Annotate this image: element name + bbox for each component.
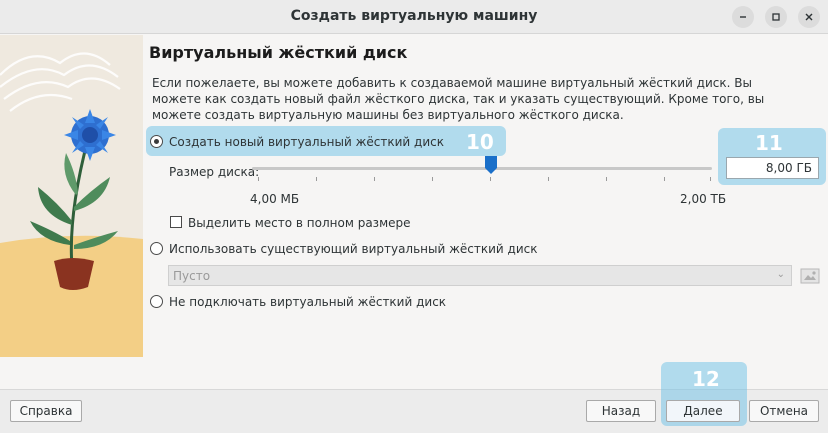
window-title: Создать виртуальную машину (290, 8, 538, 24)
back-button[interactable]: Назад (586, 400, 656, 422)
disk-size-label: Размер диска: (169, 165, 260, 179)
slider-tick (374, 177, 375, 181)
create-new-disk-label[interactable]: Создать новый виртуальный жёсткий диск (169, 135, 444, 149)
slider-tick (490, 177, 491, 181)
page-description: Если пожелаете, вы можете добавить к соз… (152, 76, 765, 122)
help-button[interactable]: Справка (10, 400, 82, 422)
minimize-icon[interactable] (732, 6, 754, 28)
radio-no-disk[interactable] (150, 295, 163, 308)
next-button[interactable]: Далее (666, 400, 740, 422)
annotation-badge-10: 10 (466, 130, 494, 154)
use-existing-disk-label[interactable]: Использовать существующий виртуальный жё… (169, 242, 537, 256)
slider-min-label: 4,00 МБ (250, 192, 300, 206)
no-disk-label[interactable]: Не подключать виртуальный жёсткий диск (169, 295, 446, 309)
choose-disk-file-icon[interactable] (800, 266, 820, 286)
slider-tick (316, 177, 317, 181)
slider-tick (606, 177, 607, 181)
preallocate-label[interactable]: Выделить место в полном размере (188, 216, 411, 230)
slider-tick (258, 177, 259, 181)
slider-tick (710, 177, 711, 181)
slider-tick (548, 177, 549, 181)
disk-size-input[interactable]: 8,00 ГБ (726, 157, 819, 179)
preallocate-checkbox[interactable] (170, 216, 182, 228)
slider-tick (432, 177, 433, 181)
close-icon[interactable] (798, 6, 820, 28)
wizard-illustration (0, 35, 143, 357)
chevron-down-icon: ⌄ (776, 269, 785, 280)
page-heading: Виртуальный жёсткий диск (149, 43, 408, 62)
annotation-badge-12: 12 (692, 367, 720, 391)
cancel-button[interactable]: Отмена (749, 400, 819, 422)
disk-size-slider-track[interactable] (252, 167, 712, 170)
existing-disk-select-value: Пусто (173, 269, 211, 283)
existing-disk-select[interactable]: Пусто ⌄ (168, 265, 792, 286)
radio-use-existing-disk[interactable] (150, 242, 163, 255)
annotation-badge-11: 11 (755, 131, 783, 155)
maximize-icon[interactable] (765, 6, 787, 28)
radio-create-new-disk[interactable] (150, 135, 163, 148)
slider-tick (664, 177, 665, 181)
title-bar: Создать виртуальную машину (0, 0, 828, 34)
slider-max-label: 2,00 ТБ (680, 192, 727, 206)
disk-size-slider-handle[interactable] (485, 156, 498, 174)
